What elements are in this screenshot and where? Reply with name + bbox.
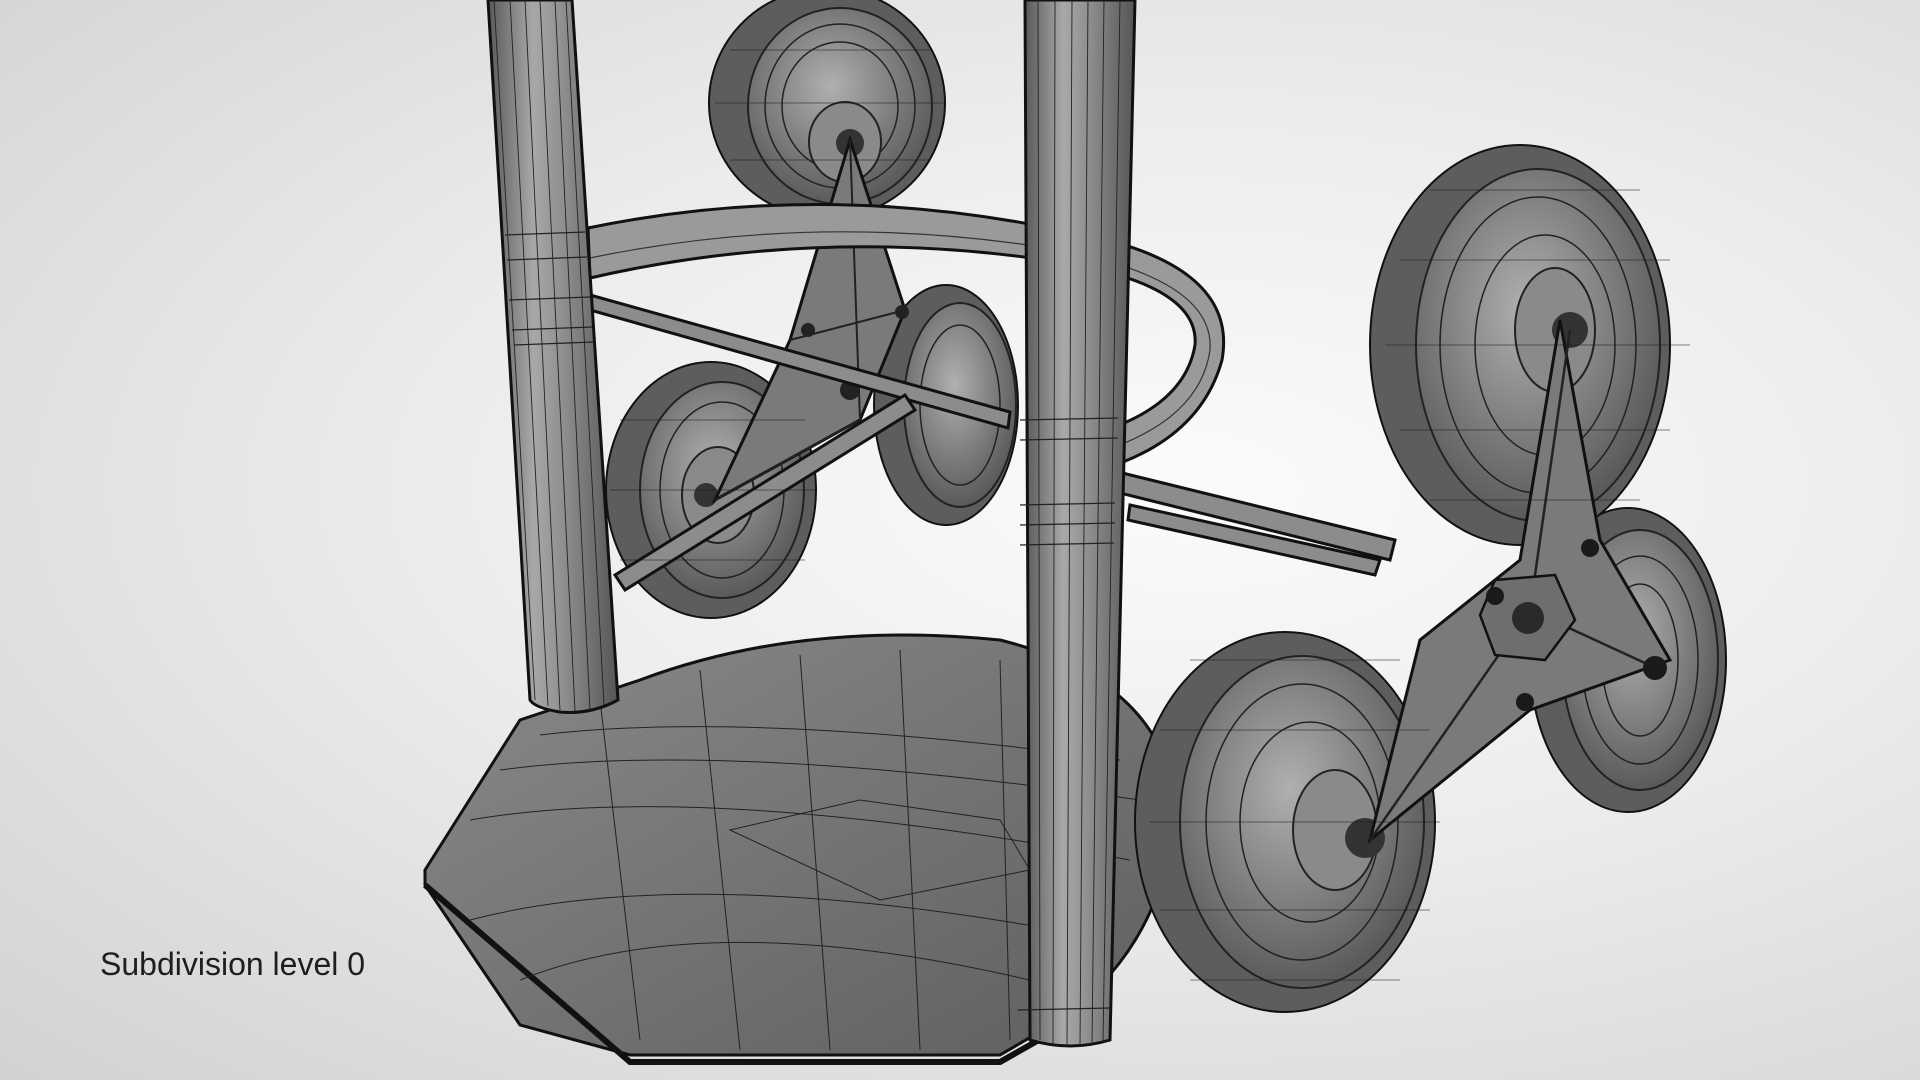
subdivision-caption: Subdivision level 0 bbox=[100, 946, 366, 982]
mesh-render bbox=[423, 0, 1727, 1065]
back-wheel-cluster bbox=[605, 0, 1019, 619]
front-wheel-cluster bbox=[1134, 144, 1727, 1013]
back-top-wheel bbox=[708, 0, 946, 219]
left-pole bbox=[486, 0, 620, 714]
render-viewport bbox=[0, 0, 1920, 1080]
